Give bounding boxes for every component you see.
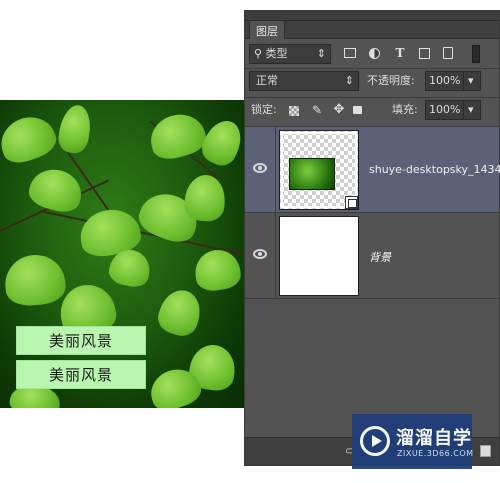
leaf [25, 163, 87, 217]
opacity-input[interactable]: 100% [425, 71, 465, 91]
search-icon: ⚲ [254, 47, 263, 60]
layer-thumbnail[interactable] [279, 216, 359, 296]
lock-row: 锁定: ✎ ✥ 填充: 100% ▾ [245, 98, 499, 126]
play-logo-icon [360, 426, 390, 456]
eye-icon[interactable] [253, 249, 267, 259]
opacity-label: 不透明度: [367, 74, 415, 87]
watermark: 溜溜自学 ZIXUE.3D66.COM [352, 414, 474, 469]
leaf [192, 247, 243, 293]
layer-thumbnail[interactable] [279, 130, 359, 210]
layer-row-background[interactable]: 背景 [245, 213, 499, 299]
divider [275, 213, 276, 299]
filter-kind-select[interactable]: ⚲ 类型 ⇕ [249, 44, 331, 64]
new-layer-icon[interactable] [480, 445, 491, 457]
leaf [0, 109, 61, 169]
opacity-dropdown-button[interactable]: ▾ [463, 71, 481, 91]
layer-name[interactable]: shuye-desktopsky_14346 [369, 163, 500, 176]
chevron-down-icon: ▾ [468, 74, 474, 87]
leaf [183, 173, 227, 223]
watermark-subtitle: ZIXUE.3D66.COM [397, 449, 474, 458]
filter-toggle-icon[interactable] [472, 45, 480, 63]
select-arrows-icon: ⇕ [316, 47, 326, 60]
panel-title-bar[interactable] [245, 11, 499, 21]
filter-kind-label: 类型 [265, 47, 288, 60]
blend-mode-value: 正常 [256, 74, 278, 87]
lock-transparent-pixels-icon[interactable] [289, 106, 299, 116]
divider [275, 127, 276, 213]
eye-icon[interactable] [253, 163, 267, 173]
smart-object-badge-icon [345, 196, 358, 209]
watermark-title: 溜溜自学 [396, 428, 472, 449]
layers-list: shuye-desktopsky_14346 背景 [245, 127, 500, 437]
select-arrows-icon: ⇕ [344, 74, 354, 87]
thumbnail-image [289, 158, 335, 190]
lock-position-icon[interactable]: ✥ [332, 103, 346, 117]
leaf [2, 252, 68, 308]
document-canvas[interactable]: 美丽风景 美丽风景 [0, 100, 245, 408]
blend-row: 正常 ⇕ 不透明度: 100% ▾ [245, 69, 499, 97]
tab-layers[interactable]: 图层 [249, 21, 285, 39]
leaf [56, 102, 94, 156]
blend-mode-select[interactable]: 正常 ⇕ [249, 71, 359, 91]
caption-text-1: 美丽风景 [16, 326, 146, 355]
filter-row: ⚲ 类型 ⇕ T [245, 40, 499, 68]
layers-panel: 图层 ⚲ 类型 ⇕ T 正常 ⇕ 不透明度: 100% ▾ 锁定: ✎ ✥ 填充… [244, 10, 500, 466]
leaf [154, 284, 206, 341]
panel-tab-bar: 图层 [245, 21, 499, 39]
layer-row-smart-object[interactable]: shuye-desktopsky_14346 [245, 127, 500, 213]
adjustment-filter-icon[interactable] [369, 48, 380, 59]
lock-image-pixels-icon[interactable]: ✎ [310, 103, 324, 117]
fill-dropdown-button[interactable]: ▾ [463, 100, 481, 120]
fill-input[interactable]: 100% [425, 100, 465, 120]
shape-filter-icon[interactable] [419, 48, 430, 59]
layer-name[interactable]: 背景 [369, 249, 391, 265]
leaf [145, 108, 210, 164]
lock-all-icon[interactable] [353, 106, 362, 114]
chevron-down-icon: ▾ [468, 103, 474, 116]
smart-object-filter-icon[interactable] [443, 47, 453, 59]
caption-text-2: 美丽风景 [16, 360, 146, 389]
screenshot-stage: 美丽风景 美丽风景 图层 ⚲ 类型 ⇕ T 正常 ⇕ 不透明度: 100% ▾ … [0, 0, 500, 483]
leaf [197, 114, 245, 171]
type-filter-icon[interactable]: T [393, 46, 407, 60]
fill-label: 填充: [392, 103, 418, 116]
image-filter-icon[interactable] [344, 48, 356, 58]
lock-label: 锁定: [251, 103, 277, 116]
